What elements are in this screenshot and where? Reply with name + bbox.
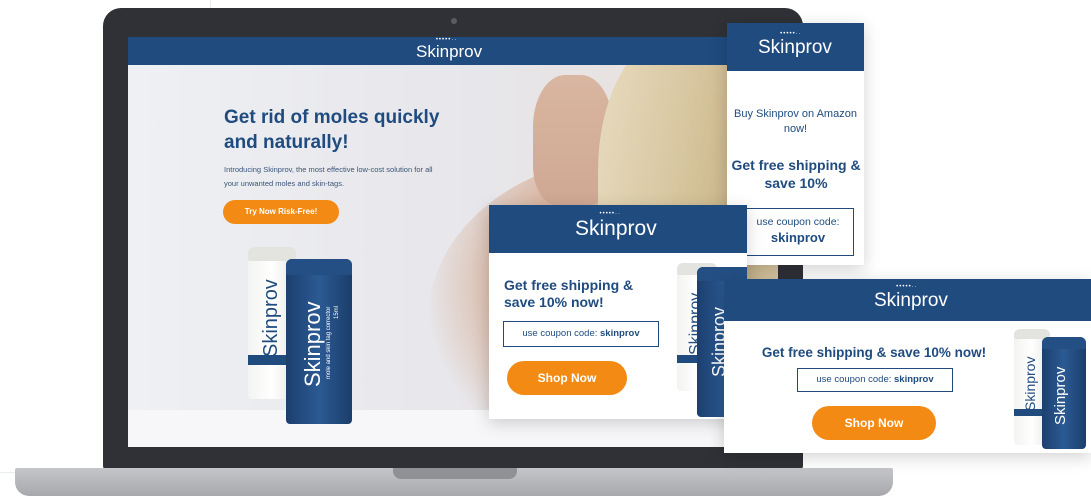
- banner-vertical-logo: •••••·· Skinprov: [758, 31, 832, 59]
- product-tube-blue: Skinprov: [1042, 337, 1086, 449]
- background-line: [0, 472, 16, 473]
- banner-vertical-headline: Get free shipping & save 10%: [731, 157, 861, 191]
- try-now-button[interactable]: Try Now Risk-Free!: [223, 200, 339, 224]
- laptop-camera: [451, 18, 457, 24]
- shop-now-button[interactable]: Shop Now: [507, 361, 627, 395]
- coupon-label: use coupon code:: [816, 374, 892, 385]
- banner-medium[interactable]: •••••·· Skinprov Get free shipping & sav…: [489, 205, 747, 419]
- banner-wide[interactable]: •••••·· Skinprov Get free shipping & sav…: [724, 279, 1091, 453]
- banner-medium-logo: •••••·· Skinprov: [575, 211, 657, 241]
- logo-dots: •••••··: [435, 37, 458, 43]
- coupon-code: skinprov: [770, 230, 826, 245]
- coupon-label: use coupon code:: [756, 216, 840, 228]
- banner-medium-headline: Get free shipping & save 10% now!: [504, 277, 634, 310]
- landing-headline: Get rid of moles quickly and naturally!: [224, 107, 440, 153]
- landing-subtext: Introducing Skinprov, the most effective…: [224, 165, 433, 188]
- shop-now-button[interactable]: Shop Now: [812, 406, 936, 440]
- banner-wide-header: •••••·· Skinprov: [724, 279, 1091, 321]
- logo-text: Skinprov: [416, 42, 483, 61]
- tube-white-label: Skinprov: [260, 279, 282, 357]
- tube-blue-size: 15ml: [334, 305, 340, 319]
- logo-text: Skinprov: [758, 37, 832, 58]
- logo-dots: •••••··: [896, 284, 918, 290]
- banner-wide-logo: •••••·· Skinprov: [874, 284, 948, 312]
- tube-blue-label: Skinprov: [1052, 366, 1069, 425]
- logo-dots: •••••··: [780, 31, 802, 37]
- logo-dots: •••••··: [599, 211, 621, 217]
- coupon-box: use coupon code: skinprov: [503, 321, 659, 347]
- banner-medium-header: •••••·· Skinprov: [489, 205, 747, 253]
- laptop-notch: [393, 468, 517, 479]
- tube-white-label: Skinprov: [1022, 356, 1038, 411]
- banner-wide-headline: Get free shipping & save 10% now!: [761, 345, 987, 360]
- logo-text: Skinprov: [874, 290, 948, 311]
- banner-vertical-text: Buy Skinprov on Amazon now!: [734, 108, 857, 135]
- coupon-code: skinprov: [600, 328, 640, 339]
- landing-header: •••••·· Skinprov: [128, 37, 778, 65]
- product-tube-blue: Skinprov mole and skin tag corrector 15m…: [286, 259, 352, 424]
- logo-text: Skinprov: [575, 217, 657, 240]
- banner-vertical-header: •••••·· Skinprov: [727, 23, 864, 71]
- coupon-code: skinprov: [894, 374, 934, 385]
- tube-blue-label: Skinprov: [300, 301, 325, 387]
- landing-logo[interactable]: •••••·· Skinprov: [416, 37, 483, 62]
- coupon-box: use coupon code: skinprov: [797, 368, 953, 392]
- coupon-box: use coupon code: skinprov: [742, 208, 854, 256]
- tube-blue-tagline: mole and skin tag corrector: [326, 306, 332, 379]
- coupon-label: use coupon code:: [522, 328, 598, 339]
- banner-vertical[interactable]: •••••·· Skinprov Buy Skinprov on Amazon …: [727, 23, 864, 265]
